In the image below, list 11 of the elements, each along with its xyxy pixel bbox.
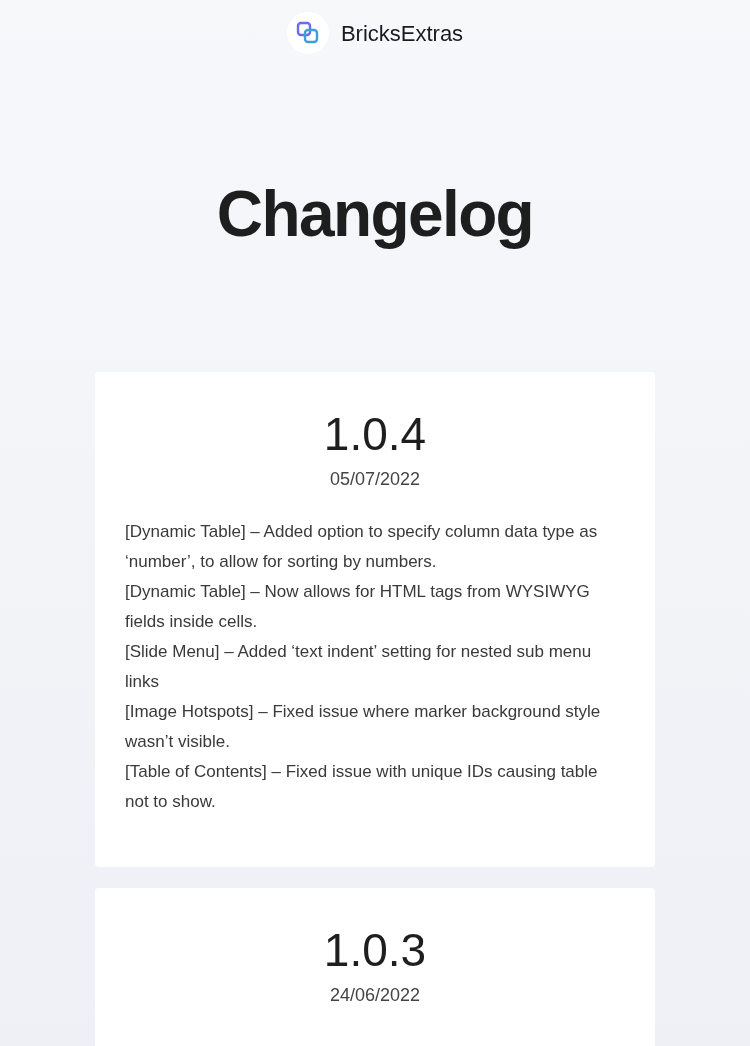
change-entry: [Dynamic Table] – Now allows for HTML tags from WYSIWYG fields inside cells. [125, 581, 591, 633]
change-entry: [Dynamic Table] – Added option to specify column data type as ‘number’, to allow for sorting by numbers. [125, 521, 599, 573]
brand-name[interactable]: BricksExtras [340, 16, 464, 50]
version-number: 1.0.3 [322, 923, 428, 978]
logo-icon[interactable] [286, 12, 329, 54]
version-number: 1.0.4 [322, 407, 428, 462]
change-entry: [Table of Contents] – Fixed issue with unique IDs causing table not to show. [125, 761, 599, 813]
change-entry: [Slide Menu] – Added ‘text indent’ setting for nested sub menu links [125, 641, 593, 693]
release-date: 05/07/2022 [328, 468, 422, 491]
release-date: 24/06/2022 [328, 984, 422, 1007]
change-entry: [Image Hotspots] – Fixed issue where marker background style wasn’t visible. [125, 701, 602, 753]
